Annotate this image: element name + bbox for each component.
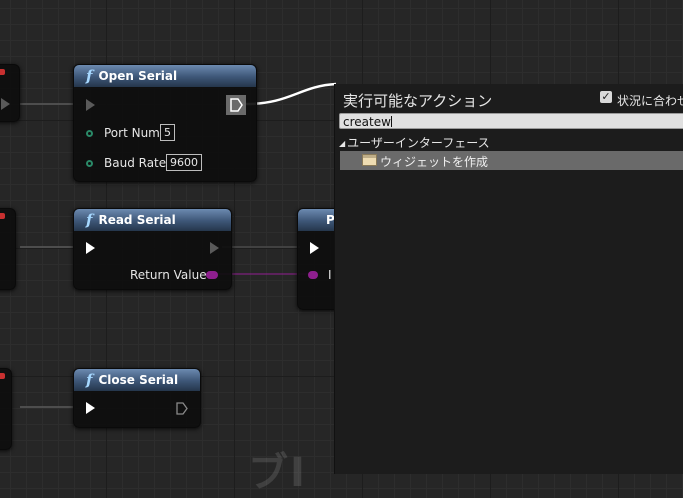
close-serial-node[interactable]: f Close Serial: [73, 368, 201, 428]
node-title: Close Serial: [98, 373, 179, 387]
exec-in-pin-icon[interactable]: [86, 99, 95, 111]
action-item-label: ウィジェットを作成: [380, 155, 489, 169]
exec-out-pin-icon[interactable]: [210, 242, 219, 254]
exec-pin-icon[interactable]: [1, 98, 10, 110]
widget-icon: [362, 154, 377, 166]
clipped-node-3[interactable]: [0, 368, 12, 450]
function-icon: f: [86, 211, 93, 229]
node-header[interactable]: f Close Serial: [74, 369, 200, 391]
read-serial-node[interactable]: f Read Serial Return Value: [73, 208, 232, 290]
return-value-label: Return Value: [130, 268, 207, 282]
open-serial-node[interactable]: f Open Serial Port Num 5 Baud Rate 9600: [73, 64, 257, 182]
node-error-marker: [0, 373, 5, 379]
function-icon: f: [86, 67, 93, 85]
checkbox-icon[interactable]: ✓: [600, 91, 612, 103]
node-header[interactable]: f Open Serial: [74, 65, 256, 87]
node-error-marker: [0, 213, 5, 219]
port-num-pin-icon[interactable]: [86, 130, 93, 137]
action-item-create-widget[interactable]: ウィジェットを作成: [340, 151, 683, 170]
node-header[interactable]: f Read Serial: [74, 209, 231, 231]
search-input-value: createw: [343, 115, 391, 129]
exec-out-pin-icon[interactable]: [226, 95, 246, 115]
action-menu[interactable]: 実行可能なアクション ✓ 状況に合わせ createw ◢ ユーザーインターフェー…: [334, 84, 683, 474]
input-pin-label: I: [328, 268, 332, 282]
baud-rate-pin-icon[interactable]: [86, 160, 93, 167]
exec-in-pin-icon[interactable]: [86, 402, 95, 414]
text-caret: [390, 116, 392, 127]
dragged-exec-wire: [245, 82, 337, 106]
clipped-node-2[interactable]: [0, 208, 16, 290]
search-input[interactable]: createw: [339, 113, 683, 129]
node-error-marker: [0, 69, 5, 75]
input-pin-icon[interactable]: [308, 271, 318, 279]
blueprint-graph[interactable]: f Open Serial Port Num 5 Baud Rate 9600 …: [0, 0, 683, 496]
category-user-interface[interactable]: ◢ ユーザーインターフェース: [339, 134, 490, 151]
category-arrow-icon[interactable]: ◢: [339, 139, 345, 148]
context-sensitive-label[interactable]: 状況に合わせ: [617, 92, 683, 109]
action-menu-title: 実行可能なアクション: [343, 92, 493, 110]
graph-watermark: ブI: [248, 450, 307, 496]
exec-out-pin-icon[interactable]: [176, 402, 188, 415]
port-num-label: Port Num: [104, 126, 160, 140]
port-num-input[interactable]: 5: [160, 124, 175, 141]
clipped-node-1[interactable]: [0, 64, 20, 122]
function-icon: f: [86, 371, 93, 389]
return-value-pin-icon[interactable]: [206, 271, 218, 279]
baud-rate-input[interactable]: 9600: [166, 154, 202, 171]
node-title: Read Serial: [98, 213, 176, 227]
baud-rate-label: Baud Rate: [104, 156, 167, 170]
node-title: Open Serial: [98, 69, 178, 83]
category-label: ユーザーインターフェース: [347, 136, 490, 150]
exec-in-pin-icon[interactable]: [310, 242, 319, 254]
exec-in-pin-icon[interactable]: [86, 242, 95, 254]
